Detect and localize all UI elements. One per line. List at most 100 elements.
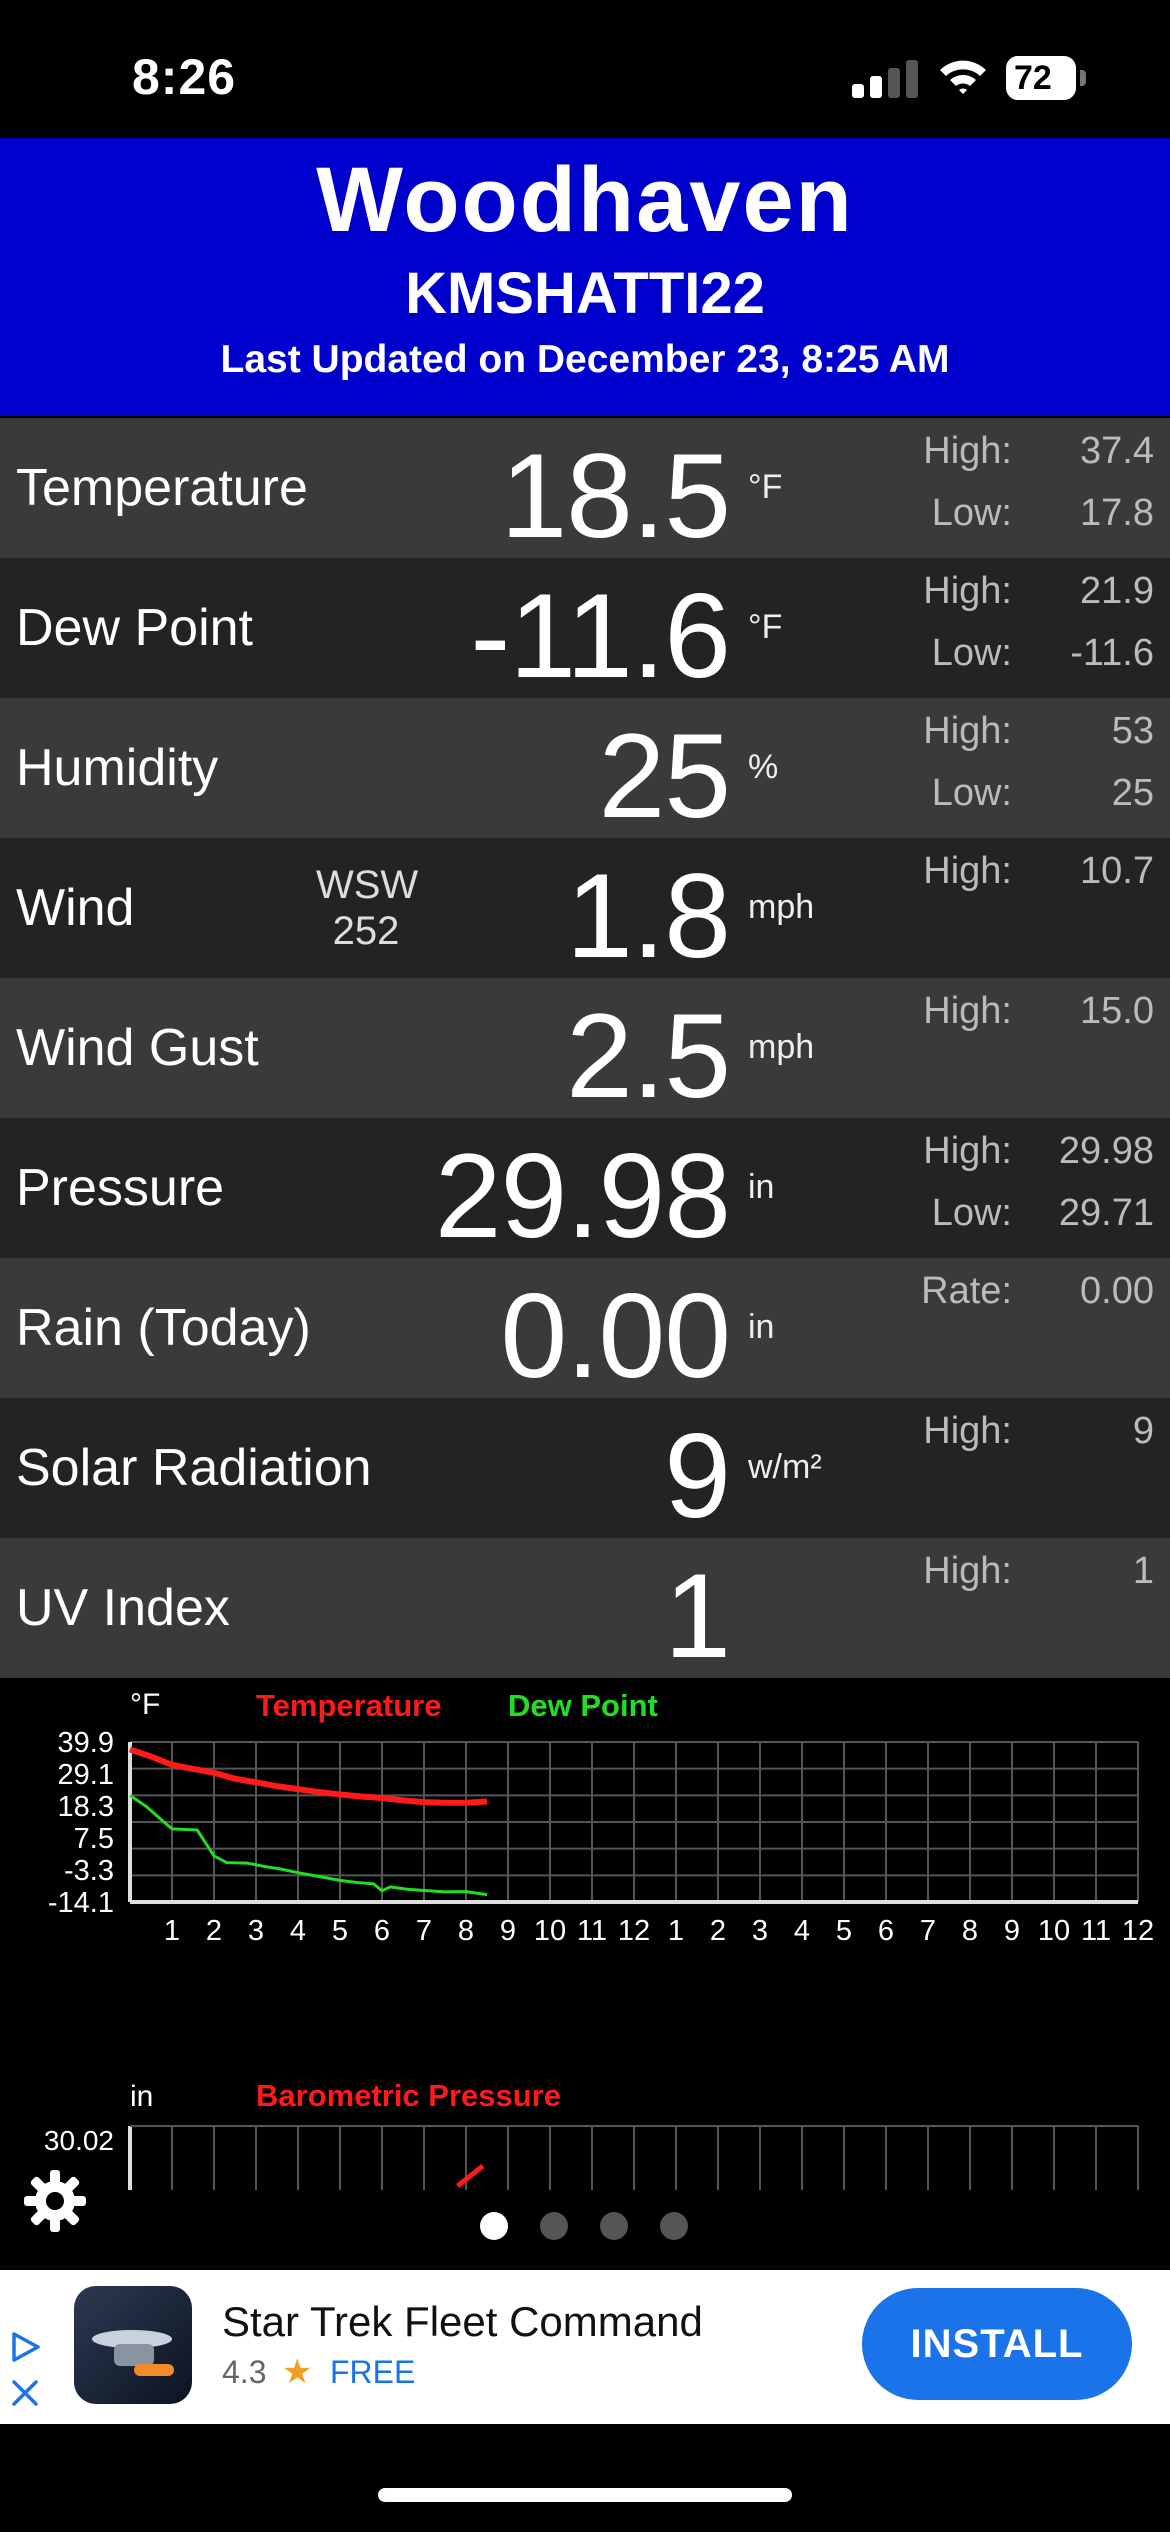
ad-price: FREE <box>330 2354 416 2390</box>
y-tick-label: -3.3 <box>64 1855 114 1887</box>
high-value: 37.4 <box>1080 430 1154 472</box>
low-value: 25 <box>1111 772 1154 814</box>
high-value: 29.98 <box>1058 1130 1154 1172</box>
y-tick-label: 39.9 <box>58 1727 114 1759</box>
low-value: 29.71 <box>1058 1192 1154 1234</box>
x-tick-label: 1 <box>668 1915 684 1947</box>
x-tick-label: 11 <box>577 1915 607 1947</box>
x-tick-label: 8 <box>458 1915 474 1947</box>
high-key: High: <box>923 1550 1012 1592</box>
high-key: High: <box>923 1130 1012 1172</box>
row-unit: w/m² <box>748 1448 822 1486</box>
high-value: 9 <box>1132 1410 1154 1452</box>
battery-icon: 72 <box>1006 56 1086 100</box>
row-temperature: Temperature 18.5 °F High: 37.4 Low: 17.8 <box>0 418 1170 558</box>
high-key: High: <box>923 710 1012 752</box>
y-tick-label: 29.1 <box>58 1759 114 1791</box>
high-value: 15.0 <box>1080 990 1154 1032</box>
high-key: High: <box>923 850 1012 892</box>
row-value: 9 <box>664 1409 731 1543</box>
chart-unit-label: in <box>130 2080 153 2113</box>
x-tick-label: 10 <box>534 1915 566 1947</box>
low-key: Low: <box>931 772 1012 814</box>
home-indicator[interactable] <box>378 2488 792 2502</box>
battery-level: 72 <box>1006 56 1076 100</box>
y-tick-label: 18.3 <box>58 1791 114 1823</box>
page-dot[interactable] <box>660 2212 688 2240</box>
row-label: Solar Radiation <box>16 1439 372 1497</box>
y-tick-label: 7.5 <box>74 1823 114 1855</box>
high-key: High: <box>923 570 1012 612</box>
high-key: High: <box>923 1410 1012 1452</box>
station-header: Woodhaven KMSHATTI22 Last Updated on Dec… <box>0 138 1170 416</box>
row-label: Humidity <box>16 739 219 797</box>
star-icon: ★ <box>282 2353 313 2391</box>
page-indicator[interactable] <box>480 2212 700 2242</box>
x-tick-label: 12 <box>618 1915 650 1947</box>
row-label: Wind Gust <box>16 1019 259 1077</box>
row-label: Rain (Today) <box>16 1299 311 1357</box>
x-tick-label: 8 <box>962 1915 978 1947</box>
legend-dew-point: Dew Point <box>508 1688 658 1723</box>
ad-banner[interactable]: Star Trek Fleet Command 4.3 ★ FREE INSTA… <box>0 2270 1170 2424</box>
row-pressure: Pressure 29.98 in High: 29.98 Low: 29.71 <box>0 1118 1170 1258</box>
row-uv-index: UV Index 1 High: 1 <box>0 1538 1170 1678</box>
high-value: 1 <box>1132 1550 1154 1592</box>
high-value: 53 <box>1111 710 1154 752</box>
row-label: UV Index <box>16 1579 230 1637</box>
chart-unit-label: °F <box>130 1688 160 1721</box>
page-dot[interactable] <box>600 2212 628 2240</box>
rate-key: Rate: <box>921 1270 1012 1312</box>
close-icon[interactable] <box>8 2376 42 2410</box>
low-key: Low: <box>931 492 1012 534</box>
low-key: Low: <box>931 1192 1012 1234</box>
y-tick-label: -14.1 <box>48 1887 114 1919</box>
row-value: 25 <box>598 709 731 843</box>
row-label: Temperature <box>16 459 308 517</box>
adchoices-icon[interactable] <box>8 2330 42 2364</box>
low-key: Low: <box>931 632 1012 674</box>
x-tick-label: 10 <box>1038 1915 1070 1947</box>
wind-direction: WSW 252 <box>316 862 418 954</box>
row-value: 18.5 <box>500 429 731 563</box>
x-tick-label: 5 <box>836 1915 852 1947</box>
x-tick-label: 2 <box>206 1915 222 1947</box>
row-unit: in <box>748 1308 775 1346</box>
high-key: High: <box>923 990 1012 1032</box>
x-tick-label: 3 <box>752 1915 768 1947</box>
barometric-pressure-chart[interactable]: in Barometric Pressure 30.02 <box>0 2078 1170 2190</box>
station-name: Woodhaven <box>316 149 854 251</box>
x-tick-label: 6 <box>878 1915 894 1947</box>
pressure-series-line <box>456 2164 485 2188</box>
x-tick-label: 9 <box>500 1915 516 1947</box>
station-id: KMSHATTI22 <box>405 261 765 326</box>
x-tick-label: 7 <box>416 1915 432 1947</box>
x-tick-label: 7 <box>920 1915 936 1947</box>
page-dot[interactable] <box>480 2212 508 2240</box>
status-bar: 8:26 72 <box>0 0 1170 138</box>
y-tick-label: 30.02 <box>44 2125 114 2156</box>
x-tick-label: 4 <box>290 1915 306 1947</box>
row-rain-today: Rain (Today) 0.00 in Rate: 0.00 <box>0 1258 1170 1398</box>
temperature-dewpoint-chart[interactable]: °F Temperature Dew Point 39.9 29.1 18.3 7.5… <box>0 1680 1170 2020</box>
settings-gear-icon[interactable] <box>24 2170 86 2232</box>
row-unit: in <box>748 1168 775 1206</box>
row-label: Wind <box>16 879 135 937</box>
chart-title: Barometric Pressure <box>256 2080 561 2113</box>
page-dot[interactable] <box>540 2212 568 2240</box>
row-unit: mph <box>748 888 815 926</box>
install-button[interactable]: INSTALL <box>862 2288 1132 2400</box>
x-tick-label: 4 <box>794 1915 810 1947</box>
legend-temperature: Temperature <box>256 1688 442 1723</box>
row-label: Pressure <box>16 1159 225 1217</box>
x-tick-label: 11 <box>1081 1915 1111 1947</box>
low-value: 17.8 <box>1080 492 1154 534</box>
app-icon[interactable] <box>74 2286 192 2404</box>
ad-rating: 4.3 <box>222 2354 267 2390</box>
ad-title[interactable]: Star Trek Fleet Command <box>222 2298 703 2346</box>
dew-point-series-line <box>129 1794 488 1897</box>
row-dew-point: Dew Point -11.6 °F High: 21.9 Low: -11.6 <box>0 558 1170 698</box>
x-tick-label: 1 <box>164 1915 180 1947</box>
row-unit: °F <box>748 468 783 506</box>
cellular-signal-icon <box>852 58 922 98</box>
